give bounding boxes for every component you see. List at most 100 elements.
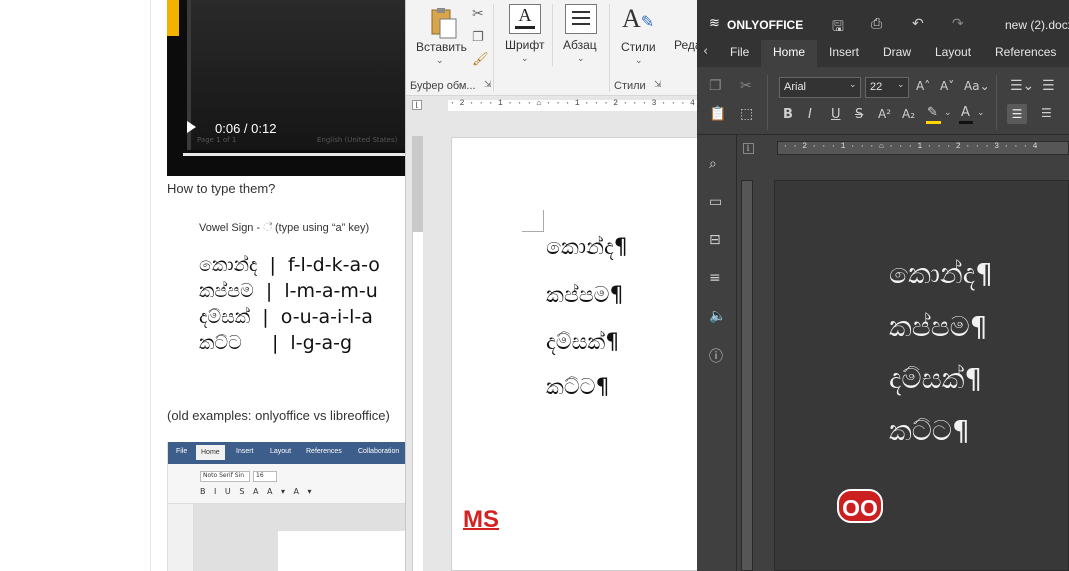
ms-label-annotation: MS	[463, 506, 499, 533]
font-color-swatch	[959, 121, 973, 124]
ribbon-separator	[493, 4, 494, 92]
save-icon[interactable]: 🖫	[832, 16, 844, 40]
copy-icon[interactable]: ❐	[472, 30, 484, 45]
comments-icon[interactable]: ▭	[709, 194, 722, 210]
chat-icon[interactable]: ⊟	[709, 232, 721, 248]
about-icon[interactable]: ⓘ	[709, 346, 723, 366]
tab-selector[interactable]: ⌊	[412, 100, 422, 110]
document-line[interactable]: දම්සක්¶	[546, 330, 619, 355]
example-row: කට්ට | l-g-a-g	[199, 332, 353, 354]
select-all-icon[interactable]: ⬚	[740, 106, 753, 122]
decrease-font-icon[interactable]: A˅	[940, 79, 954, 93]
numbering-icon[interactable]: ☰	[1042, 78, 1055, 94]
font-color-dropdown-icon[interactable]: ⌄	[977, 108, 985, 118]
cut-icon[interactable]: ✂	[740, 78, 752, 94]
how-to-heading: How to type them?	[167, 181, 276, 196]
document-line[interactable]: කප්පම¶	[889, 310, 988, 344]
video-accent-bar	[167, 0, 179, 36]
tab-layout[interactable]: Layout	[935, 45, 971, 59]
superscript-icon[interactable]: A²	[878, 107, 891, 121]
play-icon[interactable]	[187, 121, 196, 133]
paste-icon[interactable]	[426, 6, 460, 40]
font-name-dropdown-icon[interactable]: ⌄	[849, 80, 857, 90]
document-line[interactable]: කට්ට¶	[889, 414, 970, 448]
undo-icon[interactable]: ↶	[912, 16, 924, 32]
old-examples-caption: (old examples: onlyoffice vs libreoffice…	[167, 408, 390, 423]
thumb-tab: Insert	[236, 448, 254, 455]
ribbon-separator	[552, 4, 553, 66]
onlyoffice-thumbnail-image: File Home Insert Layout References Colla…	[167, 442, 405, 571]
video-player[interactable]: Page 1 of 1 English (United States) 0:06…	[167, 0, 405, 176]
bullets-icon[interactable]: ☰⌄	[1010, 78, 1034, 94]
styles-dropdown-icon[interactable]: ⌄	[635, 56, 643, 66]
vertical-ruler[interactable]	[741, 180, 753, 571]
paragraph-icon[interactable]	[565, 4, 597, 34]
editing-button[interactable]: Реда	[674, 38, 698, 52]
tab-references[interactable]: References	[995, 45, 1056, 59]
document-line[interactable]: කොන්ද¶	[546, 235, 628, 260]
tab-insert[interactable]: Insert	[829, 45, 859, 59]
vertical-ruler-margin	[412, 136, 423, 232]
dialog-launcher-icon[interactable]: ⇲	[654, 80, 662, 90]
cut-icon[interactable]: ✂	[472, 6, 484, 22]
tab-draw[interactable]: Draw	[883, 45, 911, 59]
tab-selector[interactable]: ⌊	[743, 143, 754, 154]
paste-icon[interactable]: 📋	[709, 106, 726, 122]
navigation-icon[interactable]: ≡	[709, 270, 721, 286]
tab-file[interactable]: File	[730, 45, 749, 59]
oo-label-annotation: OO	[837, 489, 883, 523]
document-line[interactable]: කප්පම¶	[546, 283, 623, 308]
video-ghost-text-left: Page 1 of 1	[197, 136, 237, 144]
font-button[interactable]: Шрифт	[505, 38, 544, 52]
align-left-icon[interactable]: ☰	[1007, 104, 1027, 124]
document-line[interactable]: කට්ට¶	[546, 375, 610, 400]
document-title: new (2).docx	[1005, 18, 1069, 32]
tab-home[interactable]: Home	[773, 45, 805, 59]
paste-button[interactable]: Вставить	[416, 40, 467, 54]
paste-dropdown-icon[interactable]: ⌄	[436, 56, 444, 66]
format-painter-icon[interactable]: 🖌	[472, 52, 489, 67]
increase-font-icon[interactable]: A˄	[916, 79, 930, 93]
ruler-ticks: · · 2 · · · 1 · · · ⌂ · · · 1 · · · 2 · …	[783, 142, 1038, 151]
document-line[interactable]: කොන්ද¶	[889, 257, 993, 291]
highlight-dropdown-icon[interactable]: ⌄	[944, 108, 952, 118]
example-row: දම්සක් | o-u-a-i-l-a	[199, 306, 373, 328]
back-chevron-icon[interactable]: ‹	[703, 44, 708, 59]
highlight-icon[interactable]: ✎	[927, 105, 938, 120]
styles-button[interactable]: Стили	[621, 40, 656, 54]
print-icon[interactable]: ⎙	[871, 16, 882, 32]
search-icon[interactable]: ⌕	[709, 156, 717, 172]
toolbar-separator	[767, 75, 768, 130]
redo-icon[interactable]: ↷	[952, 16, 964, 32]
font-dropdown-icon[interactable]: ⌄	[521, 54, 529, 64]
video-progress-track[interactable]	[183, 153, 405, 156]
document-line[interactable]: දම්සක්¶	[889, 362, 982, 396]
onlyoffice-window: ≋ ONLYOFFICE 🖫 ⎙ ↶ ↷ new (2).docx ‹ File…	[697, 0, 1069, 571]
underline-icon[interactable]: U	[831, 107, 841, 122]
bold-icon[interactable]: B	[783, 107, 793, 122]
thumb-size-box: 16	[253, 471, 277, 482]
italic-icon[interactable]: I	[808, 107, 812, 122]
paragraph-button[interactable]: Абзац	[563, 38, 597, 52]
thumb-tab-active: Home	[196, 445, 225, 460]
change-case-icon[interactable]: Aa⌄	[964, 79, 990, 93]
page-border	[150, 0, 151, 571]
align-center-icon[interactable]: ☰	[1041, 106, 1052, 120]
font-color-icon[interactable]: A	[961, 105, 970, 120]
feedback-icon[interactable]: 🔈	[709, 308, 726, 324]
font-icon[interactable]: A	[509, 4, 541, 34]
thumb-sidebar	[168, 504, 194, 571]
onlyoffice-logo-icon: ≋	[709, 16, 720, 31]
toolbar-separator	[996, 75, 997, 130]
font-size-dropdown-icon[interactable]: ⌄	[897, 80, 905, 90]
video-ghost-text-right: English (United States)	[317, 136, 398, 144]
styles-icon[interactable]: A✎	[622, 4, 654, 34]
copy-icon[interactable]: ❐	[709, 78, 722, 94]
paragraph-dropdown-icon[interactable]: ⌄	[577, 54, 585, 64]
dialog-launcher-icon[interactable]: ⇲	[484, 80, 492, 90]
strikethrough-icon[interactable]: S	[855, 107, 863, 122]
video-time: 0:06 / 0:12	[215, 121, 277, 136]
ribbon-separator	[609, 4, 610, 92]
subscript-icon[interactable]: A₂	[902, 107, 915, 121]
thumb-tab: Collaboration	[358, 448, 400, 455]
